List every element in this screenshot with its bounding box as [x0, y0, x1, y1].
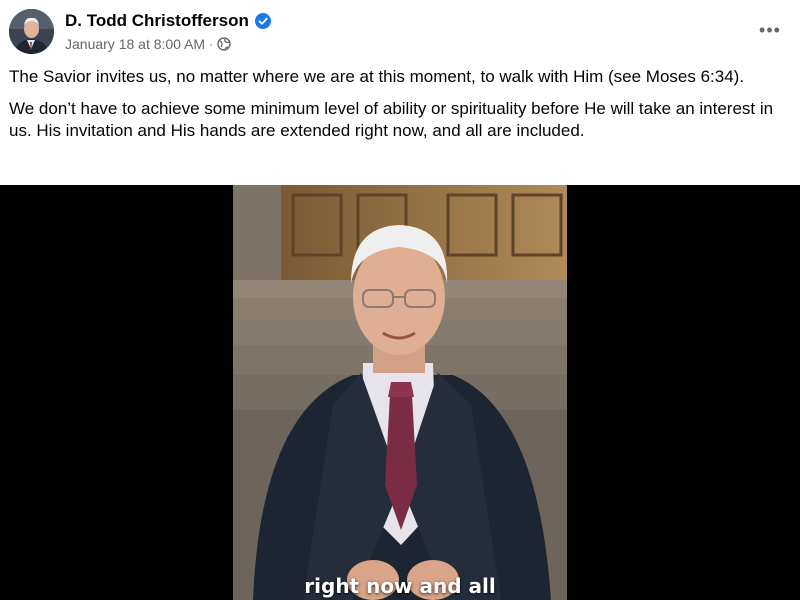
more-options-button[interactable]: •••	[752, 16, 788, 44]
video-still-image	[233, 185, 567, 600]
post-paragraph: The Savior invites us, no matter where w…	[9, 67, 745, 86]
author-row: D. Todd Christofferson	[65, 10, 271, 32]
post-header: D. Todd Christofferson January 18 at 8:0…	[0, 0, 800, 62]
post-timestamp[interactable]: January 18 at 8:00 AM	[65, 36, 205, 52]
verified-badge-icon	[254, 13, 271, 29]
globe-icon[interactable]	[217, 37, 231, 51]
post-paragraph: We don’t have to achieve some minimum le…	[9, 99, 774, 140]
video-caption: right now and all	[304, 574, 496, 598]
author-name[interactable]: D. Todd Christofferson	[65, 11, 249, 31]
avatar-image	[9, 9, 54, 54]
post-text: The Savior invites us, no matter where w…	[9, 66, 789, 152]
video-frame: right now and all	[233, 185, 567, 600]
author-avatar[interactable]	[9, 9, 54, 54]
more-options-icon: •••	[759, 19, 781, 40]
video-player[interactable]: right now and all	[0, 185, 800, 600]
meta-separator: ·	[209, 37, 214, 51]
post-meta: January 18 at 8:00 AM ·	[65, 35, 231, 53]
